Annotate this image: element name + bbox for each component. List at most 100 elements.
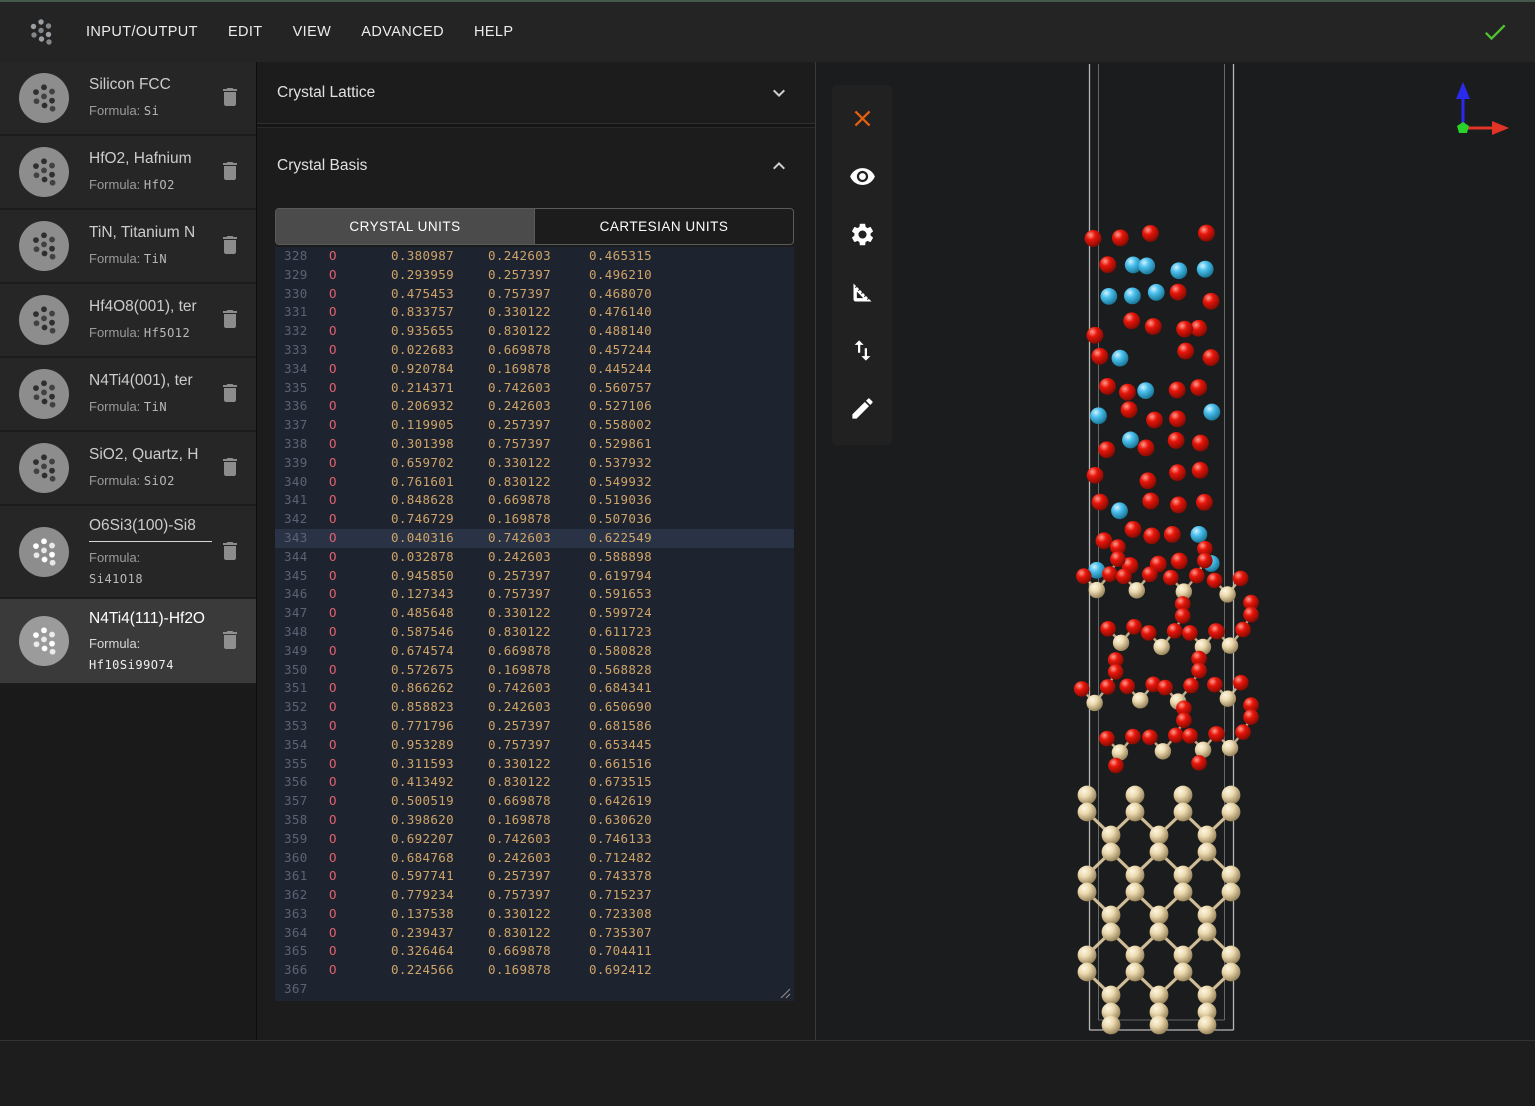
material-item-sio2-quartz-h[interactable]: SiO2, Quartz, HFormula: SiO2 xyxy=(0,432,256,506)
swap-vert-icon xyxy=(849,337,876,367)
basis-row[interactable]: 356O0.4134920.8301220.673515 xyxy=(275,773,794,792)
basis-row[interactable]: 341O0.8486280.6698780.519036 xyxy=(275,491,794,510)
material-item-tin-titanium-n[interactable]: TiN, Titanium NFormula: TiN xyxy=(0,210,256,284)
menu-item-edit[interactable]: EDIT xyxy=(228,24,263,40)
delete-material-button[interactable] xyxy=(218,233,242,259)
basis-row[interactable]: 366O0.2245660.1698780.692412 xyxy=(275,961,794,980)
tab-crystal-units[interactable]: CRYSTAL UNITS xyxy=(276,209,534,244)
basis-row[interactable]: 355O0.3115930.3301220.661516 xyxy=(275,755,794,774)
basis-row[interactable]: 354O0.9532890.7573970.653445 xyxy=(275,736,794,755)
basis-coordinates-editor[interactable]: 328O0.3809870.2426030.465315329O0.293959… xyxy=(275,247,794,1001)
material-item-o6si3-100-si8[interactable]: O6Si3(100)-Si8Formula:Si41O18 xyxy=(0,506,256,599)
material-item-hfo2-hafnium[interactable]: HfO2, HafniumFormula: HfO2 xyxy=(0,136,256,210)
formula-value: SiO2 xyxy=(144,474,175,488)
close-button[interactable] xyxy=(832,91,892,149)
basis-row[interactable]: 329O0.2939590.2573970.496210 xyxy=(275,266,794,285)
pencil-button[interactable] xyxy=(832,381,892,439)
material-item-silicon-fcc[interactable]: Silicon FCCFormula: Si xyxy=(0,62,256,136)
element-symbol: O xyxy=(321,285,381,304)
coord-y xyxy=(488,980,550,999)
coord-x: 0.301398 xyxy=(391,435,453,454)
basis-row[interactable]: 336O0.2069320.2426030.527106 xyxy=(275,397,794,416)
basis-row[interactable]: 339O0.6597020.3301220.537932 xyxy=(275,454,794,473)
element-symbol: O xyxy=(321,247,381,266)
top-menu-bar: INPUT/OUTPUT EDIT VIEW ADVANCED HELP xyxy=(0,0,1535,62)
menu-item-input-output[interactable]: INPUT/OUTPUT xyxy=(86,24,198,40)
crystal-basis-card: Crystal Basis CRYSTAL UNITSCARTESIAN UNI… xyxy=(257,127,815,1040)
crystal-basis-header[interactable]: Crystal Basis xyxy=(257,128,815,204)
basis-row[interactable]: 365O0.3264640.6698780.704411 xyxy=(275,942,794,961)
menu-item-advanced[interactable]: ADVANCED xyxy=(361,24,444,40)
eye-icon xyxy=(849,163,876,193)
menu-item-view[interactable]: VIEW xyxy=(293,24,332,40)
structure-3d-viewport[interactable] xyxy=(816,62,1535,1040)
basis-row[interactable]: 337O0.1199050.2573970.558002 xyxy=(275,416,794,435)
element-symbol: O xyxy=(321,736,381,755)
element-symbol: O xyxy=(321,341,381,360)
menu-item-help[interactable]: HELP xyxy=(474,24,513,40)
delete-material-button[interactable] xyxy=(218,307,242,333)
basis-row[interactable]: 352O0.8588230.2426030.650690 xyxy=(275,698,794,717)
basis-row[interactable]: 328O0.3809870.2426030.465315 xyxy=(275,247,794,266)
line-number: 331 xyxy=(275,303,321,322)
coord-z: 0.692412 xyxy=(589,961,651,980)
line-number: 363 xyxy=(275,905,321,924)
swap-vert-button[interactable] xyxy=(832,323,892,381)
material-title: O6Si3(100)-Si8 xyxy=(89,517,212,542)
material-title: N4Ti4(111)-Hf2O xyxy=(89,610,212,628)
gear-button[interactable] xyxy=(832,207,892,265)
basis-row[interactable]: 349O0.6745740.6698780.580828 xyxy=(275,642,794,661)
main-menu: INPUT/OUTPUT EDIT VIEW ADVANCED HELP xyxy=(86,24,1481,40)
basis-row[interactable]: 338O0.3013980.7573970.529861 xyxy=(275,435,794,454)
crystal-lattice-header[interactable]: Crystal Lattice xyxy=(257,62,815,123)
material-item-hf4o8-001-ter[interactable]: Hf4O8(001), terFormula: Hf5O12 xyxy=(0,284,256,358)
basis-row[interactable]: 334O0.9207840.1698780.445244 xyxy=(275,360,794,379)
basis-row[interactable]: 360O0.6847680.2426030.712482 xyxy=(275,849,794,868)
coord-z: 0.468070 xyxy=(589,285,651,304)
basis-row[interactable]: 344O0.0328780.2426030.588898 xyxy=(275,548,794,567)
basis-row[interactable]: 350O0.5726750.1698780.568828 xyxy=(275,661,794,680)
basis-row[interactable]: 333O0.0226830.6698780.457244 xyxy=(275,341,794,360)
basis-row[interactable]: 346O0.1273430.7573970.591653 xyxy=(275,585,794,604)
coord-x: 0.224566 xyxy=(391,961,453,980)
basis-row[interactable]: 359O0.6922070.7426030.746133 xyxy=(275,830,794,849)
delete-material-button[interactable] xyxy=(218,455,242,481)
basis-row[interactable]: 335O0.2143710.7426030.560757 xyxy=(275,379,794,398)
delete-material-button[interactable] xyxy=(218,539,242,565)
basis-row[interactable]: 367 xyxy=(275,980,794,999)
basis-row[interactable]: 347O0.4856480.3301220.599724 xyxy=(275,604,794,623)
eye-button[interactable] xyxy=(832,149,892,207)
basis-row[interactable]: 343O0.0403160.7426030.622549 xyxy=(275,529,794,548)
basis-row[interactable]: 340O0.7616010.8301220.549932 xyxy=(275,473,794,492)
delete-material-button[interactable] xyxy=(218,628,242,654)
element-symbol: O xyxy=(321,303,381,322)
app-logo-icon[interactable] xyxy=(27,18,55,46)
basis-row[interactable]: 332O0.9356550.8301220.488140 xyxy=(275,322,794,341)
basis-row[interactable]: 357O0.5005190.6698780.642619 xyxy=(275,792,794,811)
basis-row[interactable]: 331O0.8337570.3301220.476140 xyxy=(275,303,794,322)
basis-row[interactable]: 358O0.3986200.1698780.630620 xyxy=(275,811,794,830)
basis-row[interactable]: 361O0.5977410.2573970.743378 xyxy=(275,867,794,886)
basis-row[interactable]: 348O0.5875460.8301220.611723 xyxy=(275,623,794,642)
basis-row[interactable]: 345O0.9458500.2573970.619794 xyxy=(275,567,794,586)
line-number: 339 xyxy=(275,454,321,473)
basis-row[interactable]: 363O0.1375380.3301220.723308 xyxy=(275,905,794,924)
editor-resize-handle[interactable] xyxy=(780,987,791,998)
tab-cartesian-units[interactable]: CARTESIAN UNITS xyxy=(534,209,793,244)
delete-material-button[interactable] xyxy=(218,381,242,407)
formula-label: Formula: xyxy=(89,550,212,565)
material-item-n4ti4-001-ter[interactable]: N4Ti4(001), terFormula: TiN xyxy=(0,358,256,432)
basis-row[interactable]: 351O0.8662620.7426030.684341 xyxy=(275,679,794,698)
basis-row[interactable]: 330O0.4754530.7573970.468070 xyxy=(275,285,794,304)
coord-y: 0.330122 xyxy=(488,905,550,924)
ruler-button[interactable] xyxy=(832,265,892,323)
basis-row[interactable]: 353O0.7717960.2573970.681586 xyxy=(275,717,794,736)
delete-material-button[interactable] xyxy=(218,159,242,185)
material-item-n4ti4-111-hf2o[interactable]: N4Ti4(111)-Hf2OFormula:Hf10Si99O74 xyxy=(0,599,256,685)
coord-x: 0.746729 xyxy=(391,510,453,529)
basis-row[interactable]: 342O0.7467290.1698780.507036 xyxy=(275,510,794,529)
delete-material-button[interactable] xyxy=(218,85,242,111)
formula-label: Formula: xyxy=(89,399,144,414)
basis-row[interactable]: 362O0.7792340.7573970.715237 xyxy=(275,886,794,905)
basis-row[interactable]: 364O0.2394370.8301220.735307 xyxy=(275,924,794,943)
